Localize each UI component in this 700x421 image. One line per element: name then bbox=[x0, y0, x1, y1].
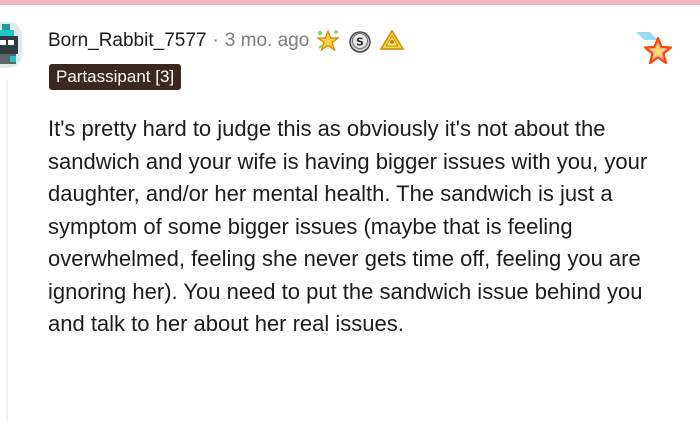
gold-pyramid-icon[interactable] bbox=[379, 28, 405, 54]
silver-coin-icon[interactable]: S bbox=[347, 28, 373, 54]
comment-header: Born_Rabbit_7577 · 3 mo. ago S bbox=[48, 26, 405, 56]
user-flair: Partassipant [3] bbox=[49, 64, 182, 90]
star-burst-icon[interactable] bbox=[315, 28, 341, 54]
username-link[interactable]: Born_Rabbit_7577 bbox=[48, 30, 206, 52]
star-award-icon[interactable] bbox=[634, 30, 676, 70]
comment-body: It's pretty hard to judge this as obviou… bbox=[48, 116, 648, 336]
meta-separator: · bbox=[212, 30, 219, 51]
top-accent-strip bbox=[0, 0, 700, 5]
thread-line[interactable] bbox=[6, 80, 8, 421]
timestamp-link[interactable]: 3 mo. ago bbox=[225, 30, 310, 52]
avatar[interactable] bbox=[0, 22, 22, 68]
svg-text:S: S bbox=[356, 36, 364, 49]
